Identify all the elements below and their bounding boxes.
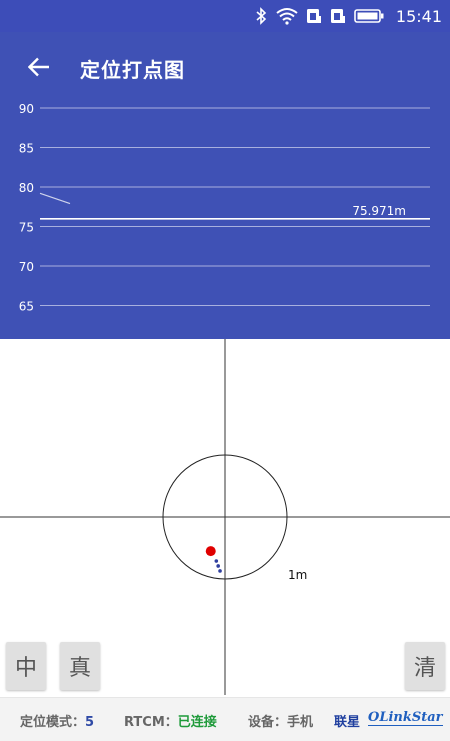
status-bar: 15:41 xyxy=(0,0,450,32)
rtcm-value: 已连接 xyxy=(177,715,217,730)
device-label: 设备： xyxy=(248,715,288,730)
page-title: 定位打点图 xyxy=(80,58,185,82)
center-button[interactable]: 中 xyxy=(6,642,46,690)
reference-line-label: 75.971m xyxy=(352,204,406,218)
history-point-3 xyxy=(218,569,222,573)
wifi-icon xyxy=(276,8,298,25)
mode-label: 定位模式： xyxy=(20,715,86,730)
device-value: 手机 xyxy=(287,715,314,730)
sim2-icon xyxy=(330,9,345,23)
mode-item: 定位模式：5 xyxy=(20,711,94,730)
battery-icon xyxy=(354,9,384,23)
brand-logo-en: OLinkStar xyxy=(368,710,443,726)
rtcm-label: RTCM： xyxy=(124,715,178,730)
app-bar: 定位打点图 xyxy=(0,32,450,102)
back-button[interactable] xyxy=(22,50,56,84)
y-tick-label-0: 90 xyxy=(19,102,34,116)
rtcm-item: RTCM：已连接 xyxy=(124,711,217,730)
y-tick-label-5: 65 xyxy=(19,300,34,314)
current-position-point xyxy=(205,546,216,557)
history-point-1 xyxy=(214,559,219,563)
sim1-icon xyxy=(306,9,321,23)
range-ring-label: 1m xyxy=(288,568,307,582)
arrow-left-icon xyxy=(28,57,49,77)
clear-button[interactable]: 清 xyxy=(405,642,445,690)
true-button[interactable]: 真 xyxy=(60,642,100,690)
series-line-0 xyxy=(39,192,71,205)
history-point-2 xyxy=(216,564,220,568)
status-footer: 定位模式：5 RTCM：已连接 设备：手机 联星 OLinkStar xyxy=(0,697,450,741)
y-tick-label-1: 85 xyxy=(19,142,34,156)
bluetooth-icon xyxy=(256,7,267,25)
device-item: 设备：手机 xyxy=(248,711,313,730)
y-tick-label-4: 70 xyxy=(19,260,34,274)
y-tick-label-3: 75 xyxy=(19,221,34,235)
status-icons: 15:41 xyxy=(254,0,442,32)
brand-logo-cn: 联星 xyxy=(334,715,361,730)
mode-value: 5 xyxy=(85,715,95,730)
y-tick-label-2: 80 xyxy=(19,181,34,195)
status-time: 15:41 xyxy=(395,6,442,26)
altitude-chart-panel: 90 85 80 75 70 65 75.971m xyxy=(0,102,450,339)
altitude-chart: 90 85 80 75 70 65 75.971m xyxy=(19,102,430,314)
